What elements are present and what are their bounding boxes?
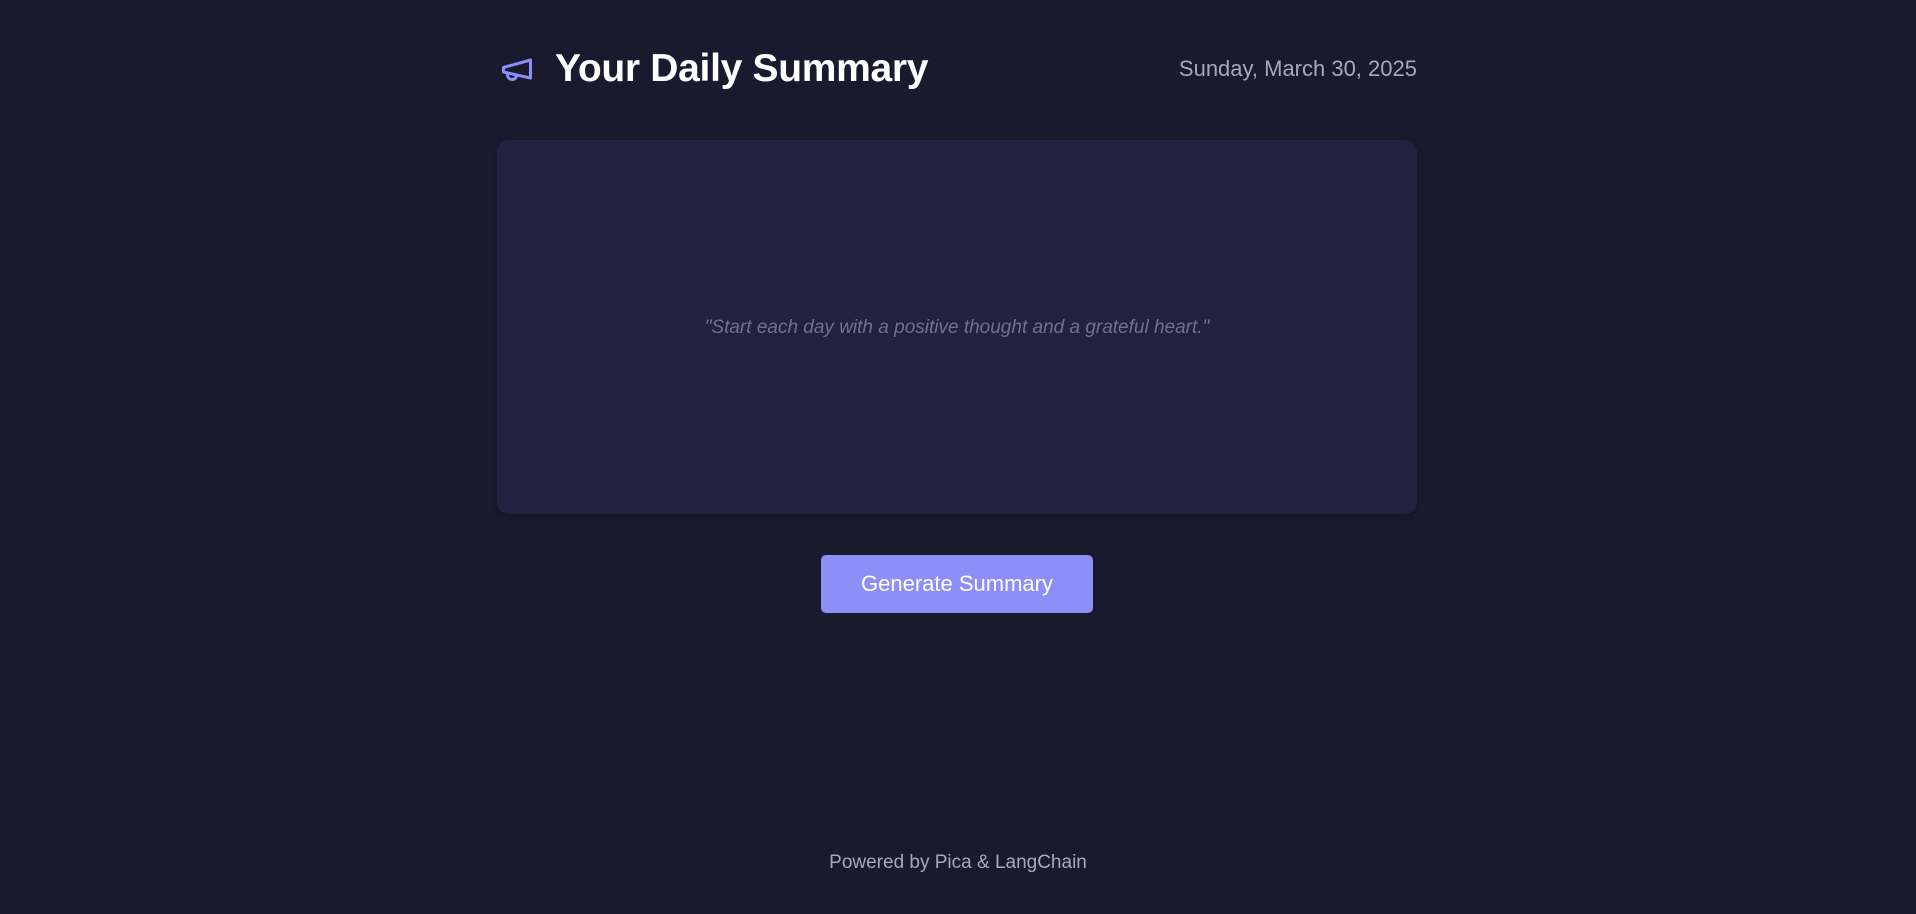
generate-summary-button[interactable]: Generate Summary [821, 555, 1093, 613]
placeholder-quote: "Start each day with a positive thought … [704, 317, 1210, 338]
header: Your Daily Summary Sunday, March 30, 202… [497, 44, 1417, 94]
title-group: Your Daily Summary [497, 47, 928, 91]
footer-credit: Powered by Pica & LangChain [829, 852, 1087, 873]
summary-card: "Start each day with a positive thought … [497, 140, 1417, 514]
megaphone-icon [497, 49, 537, 89]
page-title: Your Daily Summary [555, 47, 929, 90]
current-date: Sunday, March 30, 2025 [1178, 56, 1417, 81]
page: Your Daily Summary Sunday, March 30, 202… [0, 0, 1916, 914]
button-wrapper: Generate Summary [497, 555, 1417, 613]
